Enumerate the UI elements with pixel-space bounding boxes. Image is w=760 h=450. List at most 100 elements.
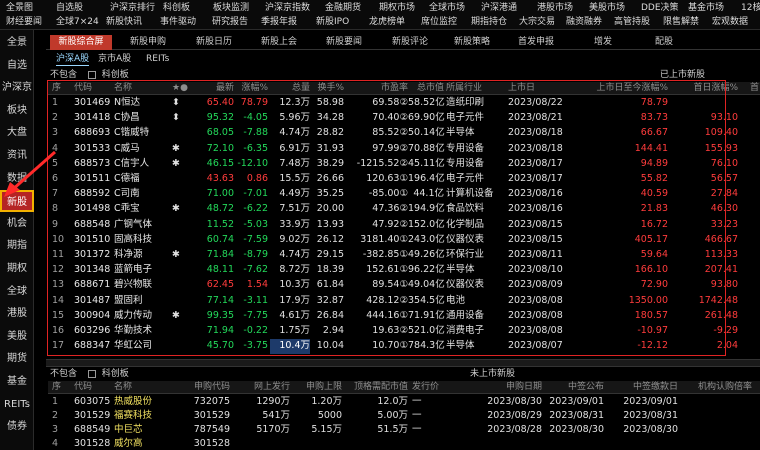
top-menu-item[interactable]: 科创板 [163,1,190,15]
table-cell[interactable]: 蓝箭电子 [114,263,170,278]
table-cell[interactable]: C司南 [114,187,170,202]
table-row[interactable]: 15 300904 威力传动 ✱ 99.35 -7.75 4.61万 26.84 444.16①… [48,309,760,324]
sidebar-item[interactable]: 数据 [0,168,34,190]
top-menu-item[interactable]: 金融期货 [325,1,361,15]
table-cell[interactable]: C锴威特 [114,126,170,141]
sidebar-item[interactable]: 自选 [0,55,34,77]
top-menu-item[interactable]: 龙虎榜单 [369,15,405,29]
sidebar-item[interactable]: 债券 [0,416,34,438]
top-menu-item[interactable]: 全球7×24 [56,15,99,29]
tab-item[interactable]: 新股申购 [118,35,178,50]
sidebar-item[interactable]: 沪深京 [0,77,34,99]
table-row[interactable]: 16 603296 华勤技术 71.94 -0.22 1.75万 2.94 19.63② 521… [48,324,760,339]
kechuang-checkbox-2[interactable] [87,369,96,378]
top-menu-item[interactable]: 新股IPO [316,15,349,29]
sidebar-item[interactable]: 资讯 [0,145,34,167]
panel-divider[interactable] [46,359,760,367]
top-menu-item[interactable]: 季报年报 [261,15,297,29]
top-menu-item[interactable]: 期权市场 [379,1,415,15]
top-menu-item[interactable]: 高管持股 [614,15,650,29]
table-cell[interactable]: 广钢气体 [114,218,170,233]
table-cell[interactable]: N恒达 [114,96,170,111]
tab-item[interactable]: 新股综合屏 [50,35,112,50]
column-header[interactable]: 序 [52,381,70,394]
table-cell[interactable]: 科净源 [114,248,170,263]
top-menu-item[interactable]: 期指持仓 [471,15,507,29]
column-header[interactable]: 网上发行 [234,381,290,394]
top-menu-item[interactable]: 自选股 [56,1,83,15]
tab-item[interactable]: 新股上会 [249,35,309,50]
table-cell[interactable]: C信宇人 [114,157,170,172]
tab-item[interactable]: 增发 [575,35,631,50]
column-header[interactable]: 代码 [74,381,110,394]
table-cell[interactable]: C德福 [114,172,170,187]
column-header[interactable]: 市盈率 [342,82,408,95]
column-header[interactable]: 申购代码 [190,381,230,394]
column-header[interactable]: 首日涨幅% [668,82,738,95]
column-header[interactable]: 换手% [310,82,344,95]
top-menu-item[interactable]: 全景图 [6,1,33,15]
sidebar-item[interactable]: 期货 [0,348,34,370]
table-row[interactable]: 9 688548 广钢气体 11.52 -5.03 33.9万 13.93 47.92② 152… [48,218,760,233]
top-menu-item[interactable]: 全球市场 [429,1,465,15]
column-header[interactable]: 所属行业 [446,82,502,95]
table-row[interactable]: 4 301528 威尔高 301528 [48,437,760,450]
sidebar-item[interactable]: 全景 [0,32,34,54]
tab-item[interactable]: 新股日历 [184,35,244,50]
table-row[interactable]: 5 688573 C信宇人 ✱ 46.15 -12.10 7.48万 38.29 -1215.5… [48,157,760,172]
table-cell[interactable]: 威力传动 [114,309,170,324]
top-menu-item[interactable]: 基金市场 [688,1,724,15]
tab-item[interactable]: 新股策略 [444,35,500,50]
table-row[interactable]: 7 688592 C司南 71.00 -7.01 4.49万 35.25 -85.00① 44.… [48,187,760,202]
sidebar-item[interactable]: 新股 [0,190,34,213]
sidebar-item[interactable]: 期权 [0,258,34,280]
top-menu-item[interactable]: 沪深京排行 [110,1,155,15]
table-cell[interactable]: C乖宝 [114,202,170,217]
table-row[interactable]: 2 301418 C协昌 ⬍ 95.32 -4.05 5.96万 34.28 70.40② 69.… [48,111,760,126]
table-cell[interactable]: 固高科技 [114,233,170,248]
top-menu-item[interactable]: 席位监控 [421,15,457,29]
column-header[interactable]: ★● [172,82,194,95]
table-row[interactable]: 3 688549 中巨芯 787549 5170万 5.15万 51.5万一 2023/08/… [48,423,760,438]
table-row[interactable]: 1 603075 热威股份 732075 1290万 1.20万 12.0万一 2023/08… [48,395,760,410]
top-menu-item[interactable]: 财经要闻 [6,15,42,29]
column-header[interactable]: 名称 [114,82,170,95]
table-cell[interactable]: 福赛科技 [114,409,184,424]
table-row[interactable]: 17 688347 华虹公司 45.70 -3.75 10.4万 10.04 10.70① 78… [48,339,760,354]
column-header[interactable]: 总量 [270,82,310,95]
table-row[interactable]: 3 688693 C锴威特 68.05 -7.88 4.74万 28.82 85.52② 50.… [48,126,760,141]
table-row[interactable]: 12 301348 蓝箭电子 48.11 -7.62 8.72万 18.39 152.61① 9… [48,263,760,278]
top-menu-item[interactable]: 事件驱动 [160,15,196,29]
sidebar-item[interactable]: 港股 [0,303,34,325]
table-cell[interactable]: C协昌 [114,111,170,126]
table-cell[interactable]: 中巨芯 [114,423,184,438]
subtab-item[interactable]: 沪深A股 [56,52,90,66]
top-menu-item[interactable]: DDE决策 [641,1,679,15]
subtab-item[interactable]: REITs [146,52,169,66]
table-cell[interactable]: 碧兴物联 [114,278,170,293]
table-row[interactable]: 13 688671 碧兴物联 62.45 1.54 10.3万 61.84 89.54① 49.… [48,278,760,293]
tab-item[interactable]: 配股 [636,35,692,50]
table-cell[interactable]: 威尔高 [114,437,184,450]
top-menu-item[interactable]: 沪深港通 [481,1,517,15]
top-menu-item[interactable]: 大宗交易 [519,15,555,29]
top-menu-item[interactable]: 港股市场 [537,1,573,15]
sidebar-item[interactable]: 板块 [0,100,34,122]
top-menu-item[interactable]: 限售解禁 [663,15,699,29]
column-header[interactable]: 申购上限 [294,381,342,394]
column-header[interactable]: 总市值 [408,82,444,95]
column-header[interactable]: 代码 [74,82,110,95]
table-row[interactable]: 11 301372 科净源 ✱ 71.84 -8.79 4.74万 29.15 -382.85①… [48,248,760,263]
subtab-item[interactable]: 京市A股 [98,52,131,66]
sidebar-item[interactable]: 大盘 [0,122,34,144]
column-header[interactable]: 顶格需配市值 [348,381,408,394]
tab-item[interactable]: 新股评论 [380,35,440,50]
table-row[interactable]: 8 301498 C乖宝 ✱ 48.72 -6.22 7.51万 20.00 47.36② 194… [48,202,760,217]
top-menu-item[interactable]: 12核心内参 [741,1,760,15]
sidebar-item[interactable]: REITs [0,394,34,416]
table-row[interactable]: 4 301533 C威马 ✱ 72.10 -6.35 6.91万 31.93 97.99② 70.… [48,142,760,157]
column-header[interactable]: 首日 [738,82,760,95]
table-cell[interactable]: 华虹公司 [114,339,170,354]
tab-item[interactable]: 新股要闻 [314,35,374,50]
sidebar-item[interactable]: 机会 [0,213,34,235]
